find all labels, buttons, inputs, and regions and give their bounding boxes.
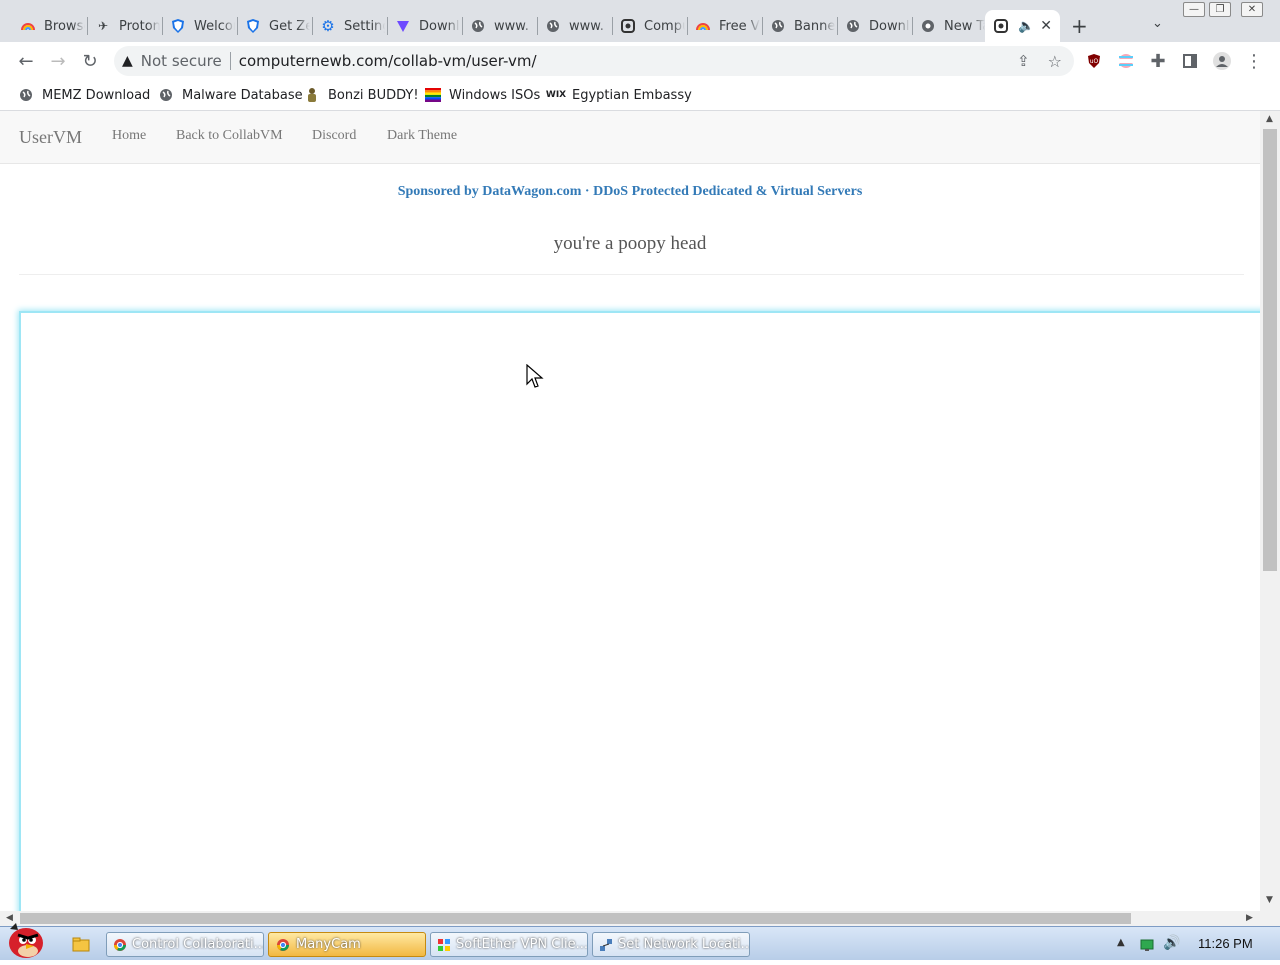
reload-icon[interactable]: ↻ [76, 47, 104, 75]
tab-settings[interactable]: ⚙ Settings [310, 10, 385, 42]
vm-display[interactable] [19, 311, 1260, 911]
collabvm-icon [620, 18, 636, 34]
chrome-icon [113, 937, 127, 953]
paper-plane-icon: ✈ [97, 19, 109, 33]
vertical-scrollbar[interactable]: ▲ ▼ [1260, 111, 1280, 911]
close-icon[interactable]: ✕ [1040, 18, 1052, 34]
file-explorer-icon[interactable] [72, 936, 90, 956]
globe-icon [845, 18, 861, 34]
bookmark-malware-db[interactable]: Malware Database [158, 86, 303, 104]
page-content: UserVM Home Back to CollabVM Discord Dar… [0, 111, 1260, 911]
tab-get-zero[interactable]: Get Zero [235, 10, 310, 42]
site-brand[interactable]: UserVM [19, 127, 82, 148]
network-icon [599, 937, 613, 953]
tab-strip: Browser ✈ Proton Welcome Get Zero ⚙ Sett… [0, 0, 1280, 42]
start-button-bird-icon[interactable] [4, 921, 48, 965]
shield-icon [245, 18, 261, 34]
tab-welcome[interactable]: Welcome [160, 10, 235, 42]
url-text[interactable]: computernewb.com/collab-vm/user-vm/ [239, 52, 537, 70]
tab-computernewb[interactable]: Computernewb [610, 10, 685, 42]
horizontal-scroll-thumb[interactable] [20, 913, 1131, 924]
extensions-puzzle-icon[interactable]: ✚ [1144, 47, 1172, 75]
side-panel-icon[interactable] [1176, 47, 1204, 75]
rainbow-icon [695, 18, 711, 34]
tab-www-1[interactable]: www. [460, 10, 535, 42]
site-navbar: UserVM Home Back to CollabVM Discord Dar… [0, 111, 1260, 164]
chrome-icon [920, 18, 936, 34]
rainbow-icon [20, 18, 36, 34]
wix-icon: WIX [545, 90, 567, 100]
maximize-button[interactable]: ❐ [1209, 2, 1231, 17]
gear-icon: ⚙ [321, 17, 335, 35]
globe-icon [770, 18, 786, 34]
minimize-button[interactable]: — [1183, 2, 1205, 17]
tab-banner[interactable]: Banner [760, 10, 835, 42]
svg-text:uO: uO [1090, 58, 1099, 65]
back-arrow-icon[interactable]: ← [12, 47, 40, 75]
divider [19, 274, 1244, 275]
collabvm-icon [993, 18, 1009, 34]
nav-home[interactable]: Home [112, 128, 146, 144]
proton-vpn-icon [395, 18, 411, 34]
chrome-icon [275, 937, 291, 953]
nav-back-to-collabvm[interactable]: Back to CollabVM [176, 128, 283, 144]
close-window-button[interactable]: ✕ [1241, 2, 1263, 17]
scroll-right-arrow-icon[interactable]: ▶ [1246, 913, 1253, 923]
motd-text: you're a poopy head [553, 233, 707, 254]
tab-new-tab[interactable]: New Tab [910, 10, 985, 42]
horizontal-scrollbar[interactable]: ◀ ▶ [0, 911, 1280, 926]
tab-active-uservm[interactable]: 🔈 ✕ [985, 10, 1060, 42]
profile-avatar-icon[interactable] [1208, 47, 1236, 75]
taskbar: Control Collaborati... ManyCam SoftEther… [0, 923, 1280, 960]
tray-expand-arrow-icon[interactable]: ▲ [1117, 937, 1125, 948]
sponsor-link[interactable]: Sponsored by DataWagon.com · DDoS Protec… [0, 184, 1260, 200]
address-bar[interactable]: ▲ Not secure computernewb.com/collab-vm/… [114, 46, 1074, 76]
bookmark-bonzi[interactable]: Bonzi BUDDY! [304, 86, 419, 104]
softether-icon [437, 937, 451, 953]
bonzi-icon [304, 87, 320, 103]
taskbar-button-manycam[interactable]: ManyCam [268, 932, 426, 957]
globe-icon [470, 18, 486, 34]
share-icon[interactable]: ⇪ [1017, 52, 1030, 70]
scroll-up-arrow-icon[interactable]: ▲ [1266, 114, 1273, 124]
nav-discord[interactable]: Discord [312, 128, 356, 144]
tab-search-chevron-icon[interactable]: ⌄ [1152, 16, 1163, 31]
vertical-scroll-thumb[interactable] [1263, 129, 1277, 571]
bookmark-windows-isos[interactable]: Windows ISOs [425, 86, 540, 104]
mouse-cursor-icon [526, 363, 544, 394]
tab-download-2[interactable]: Download [835, 10, 910, 42]
tab-proton[interactable]: ✈ Proton [85, 10, 160, 42]
bookmarks-bar: MEMZ Download Malware Database Bonzi BUD… [0, 80, 1280, 111]
menu-kebab-icon[interactable]: ⋮ [1240, 47, 1268, 75]
globe-icon [545, 18, 561, 34]
system-clock[interactable]: 11:26 PM [1198, 936, 1253, 951]
volume-tray-icon[interactable]: 🔊 [1163, 935, 1180, 951]
globe-icon [158, 87, 174, 103]
rainbow-flag-icon [425, 87, 441, 103]
browser-toolbar: ← → ↻ ▲ Not secure computernewb.com/coll… [0, 42, 1280, 80]
network-tray-icon[interactable] [1140, 937, 1154, 956]
forward-arrow-icon[interactable]: → [44, 47, 72, 75]
extension-flag-icon[interactable] [1112, 47, 1140, 75]
bookmark-star-icon[interactable]: ☆ [1048, 52, 1062, 71]
taskbar-button-softether[interactable]: SoftEther VPN Clie... [430, 932, 588, 957]
taskbar-button-control-collaboration[interactable]: Control Collaborati... [106, 932, 264, 957]
tab-browser[interactable]: Browser [10, 10, 85, 42]
security-label[interactable]: Not secure [141, 52, 222, 70]
tab-free-vm[interactable]: Free VM [685, 10, 760, 42]
ublock-icon[interactable]: uO [1080, 47, 1108, 75]
bookmark-memz[interactable]: MEMZ Download [18, 86, 150, 104]
bookmark-egyptian-embassy[interactable]: WIX Egyptian Embassy [545, 86, 692, 104]
globe-icon [18, 87, 34, 103]
warning-icon[interactable]: ▲ [122, 53, 133, 69]
scroll-down-arrow-icon[interactable]: ▼ [1266, 895, 1273, 905]
taskbar-button-set-network-location[interactable]: Set Network Locati... [592, 932, 750, 957]
speaker-icon[interactable]: 🔈 [1018, 19, 1034, 34]
shield-icon [170, 18, 186, 34]
tab-download[interactable]: Download [385, 10, 460, 42]
nav-dark-theme[interactable]: Dark Theme [387, 128, 457, 144]
tab-www-2[interactable]: www. [535, 10, 610, 42]
new-tab-button[interactable]: + [1071, 14, 1088, 38]
